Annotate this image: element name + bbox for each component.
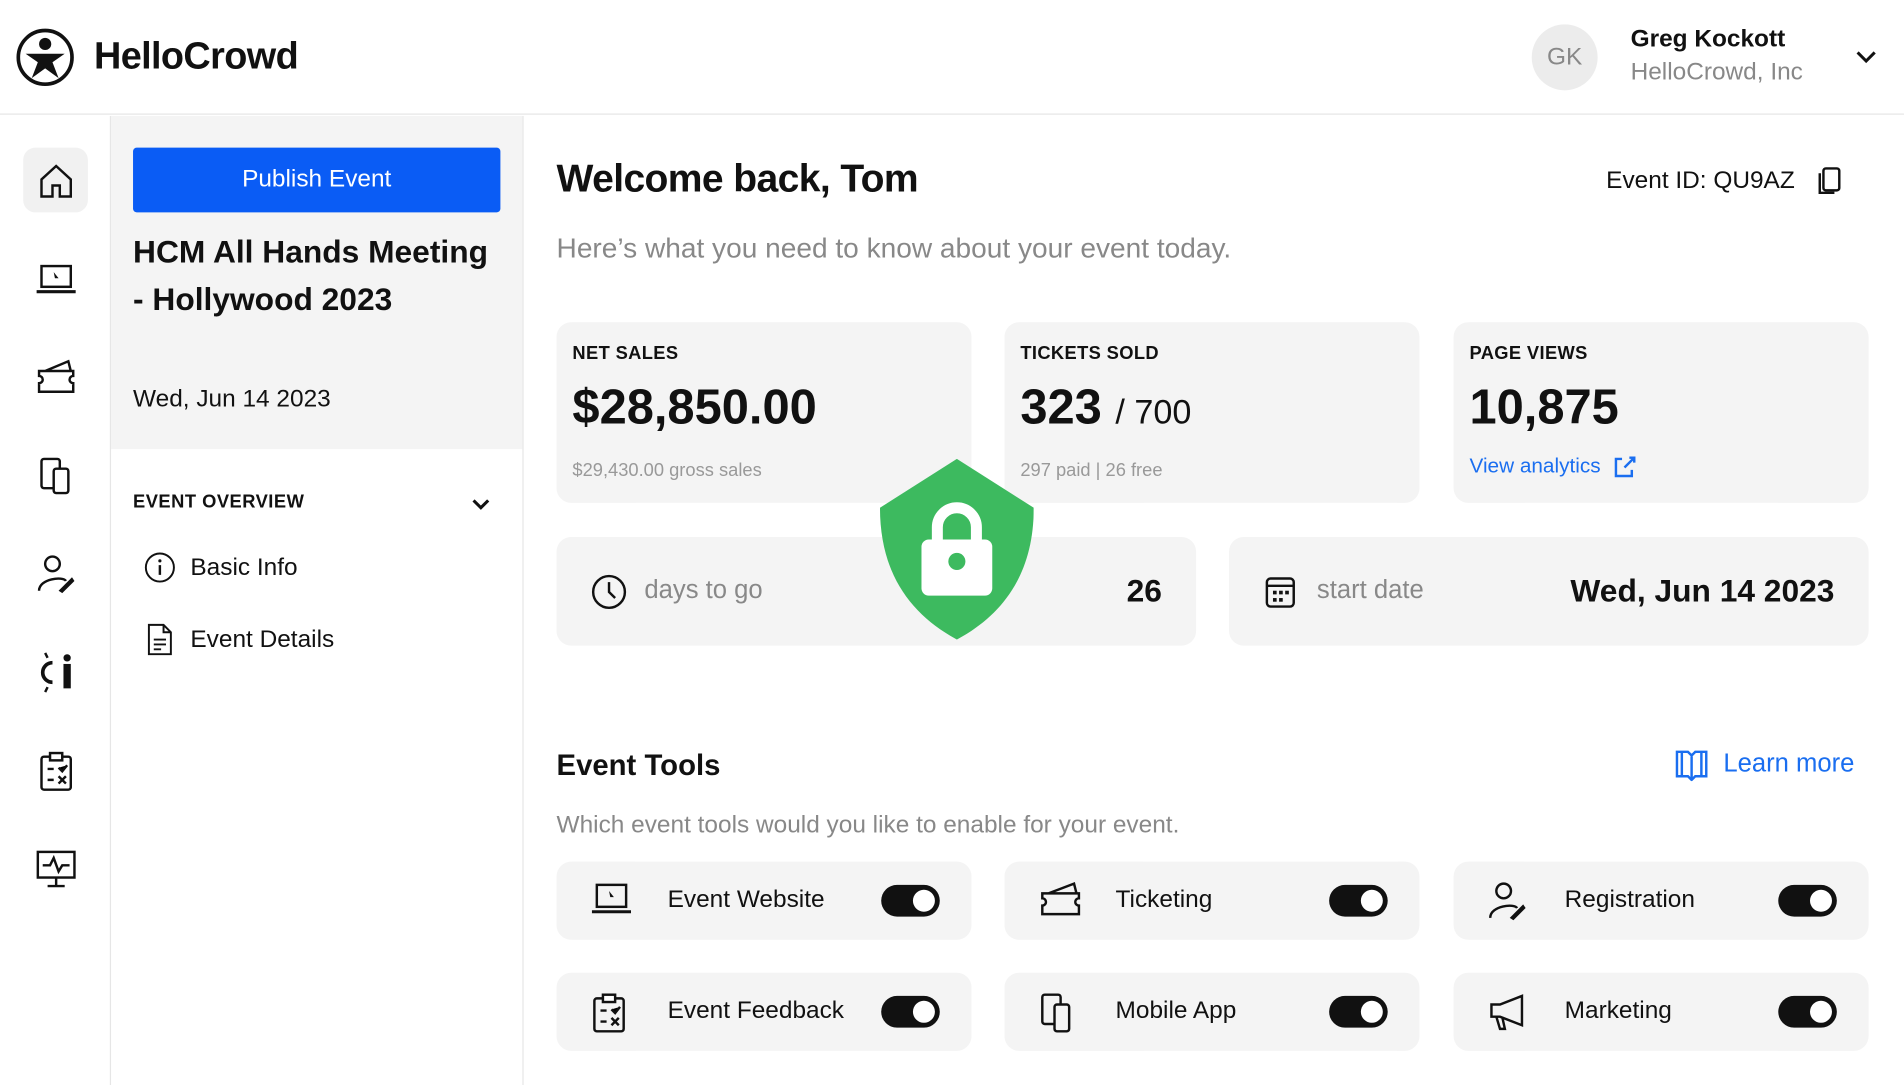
tool-mobile-app: Mobile App (1004, 972, 1420, 1051)
app-name: HelloCrowd (93, 34, 299, 77)
hellocrowd-logo-icon (15, 27, 76, 88)
event-id-text: Event ID: QU9AZ (1606, 166, 1795, 194)
event-title: HCM All Hands Meeting - Hollywood 2023 (133, 233, 488, 318)
tool-label: Event Website (667, 886, 825, 913)
mobile-icon (1039, 992, 1076, 1033)
people-exchange-icon[interactable] (23, 640, 88, 705)
tool-event-website: Event Website (556, 861, 972, 940)
page-views-card: PAGE VIEWS 10,875 View analytics (1453, 322, 1869, 503)
learn-more-link[interactable]: Learn more (1675, 747, 1854, 782)
event-overview-header[interactable]: EVENT OVERVIEW (133, 492, 304, 513)
copy-icon[interactable] (1817, 166, 1841, 195)
event-sidebar: Publish Event HCM All Hands Meeting - Ho… (111, 115, 524, 1085)
laptop-icon (591, 881, 632, 918)
external-link-icon (1613, 454, 1637, 478)
stat-value: 10,875 (1469, 380, 1619, 435)
stat-value: 323 / 700 (1020, 380, 1192, 435)
home-icon[interactable] (23, 147, 88, 213)
page-subtitle: Here’s what you need to know about your … (556, 231, 1232, 264)
stat-value: $28,850.00 (572, 380, 817, 435)
ticket-icon[interactable] (23, 344, 88, 409)
tool-registration: Registration (1453, 861, 1869, 940)
top-bar: HelloCrowd GK Greg Kockott HelloCrowd, I… (0, 0, 1904, 115)
tool-label: Ticketing (1115, 886, 1213, 913)
tool-label: Mobile App (1115, 997, 1237, 1024)
monitor-pulse-icon[interactable] (23, 836, 88, 901)
tool-event-feedback: Event Feedback (556, 972, 972, 1051)
days-label: days to go (644, 576, 763, 605)
book-icon (1675, 747, 1709, 782)
info-icon (144, 552, 176, 584)
chevron-down-icon[interactable] (1855, 49, 1877, 66)
clipboard-icon (591, 992, 628, 1033)
ticket-icon (1039, 881, 1083, 918)
page-title: Welcome back, Tom (556, 156, 919, 201)
event-feedback-toggle[interactable] (881, 995, 940, 1028)
stat-sub: 297 paid | 26 free (1020, 460, 1163, 481)
marketing-toggle[interactable] (1778, 995, 1837, 1028)
event-website-toggle[interactable] (881, 884, 940, 917)
start-date-card: start date Wed, Jun 14 2023 (1229, 537, 1869, 646)
view-analytics-link[interactable]: View analytics (1469, 454, 1637, 478)
event-tools-title: Event Tools (556, 749, 721, 783)
tool-ticketing: Ticketing (1004, 861, 1420, 940)
nav-label: Basic Info (190, 553, 298, 581)
start-date-value: Wed, Jun 14 2023 (1570, 572, 1835, 610)
tool-marketing: Marketing (1453, 972, 1869, 1051)
event-id: Event ID: QU9AZ (1606, 166, 1841, 195)
mobile-icon[interactable] (23, 443, 88, 508)
days-value: 26 (1126, 572, 1162, 610)
stat-label: NET SALES (572, 342, 679, 364)
tool-label: Event Feedback (667, 997, 845, 1024)
start-date-label: start date (1316, 576, 1424, 605)
event-date: Wed, Jun 14 2023 (133, 385, 331, 413)
user-name: Greg Kockott (1630, 25, 1786, 53)
lock-shield-icon (879, 458, 1034, 640)
document-icon (144, 622, 176, 656)
user-org: HelloCrowd, Inc (1630, 58, 1803, 86)
nav-label: Event Details (190, 625, 335, 653)
clipboard-icon[interactable] (23, 738, 88, 803)
calendar-icon (1263, 574, 1297, 611)
tool-label: Registration (1564, 886, 1695, 913)
tool-label: Marketing (1564, 997, 1672, 1024)
registration-icon[interactable] (23, 542, 88, 607)
nav-event-details[interactable]: Event Details (144, 622, 334, 656)
stat-label: TICKETS SOLD (1020, 342, 1159, 364)
nav-basic-info[interactable]: Basic Info (144, 552, 298, 584)
registration-icon (1488, 881, 1529, 922)
icon-rail (0, 115, 112, 1085)
megaphone-icon (1488, 992, 1529, 1031)
chevron-down-icon[interactable] (471, 497, 491, 512)
publish-event-button[interactable]: Publish Event (133, 147, 501, 213)
stat-label: PAGE VIEWS (1469, 342, 1588, 364)
mobile-app-toggle[interactable] (1329, 995, 1388, 1028)
days-to-go-card: days to go 26 (556, 537, 1197, 646)
avatar[interactable]: GK (1531, 24, 1598, 91)
event-tools-subtitle: Which event tools would you like to enab… (556, 811, 1180, 839)
registration-toggle[interactable] (1778, 884, 1837, 917)
clock-icon (591, 574, 628, 611)
stat-sub: $29,430.00 gross sales (572, 460, 762, 481)
tickets-sold-card: TICKETS SOLD 323 / 700 297 paid | 26 fre… (1004, 322, 1420, 503)
ticketing-toggle[interactable] (1329, 884, 1388, 917)
laptop-icon[interactable] (23, 247, 88, 312)
